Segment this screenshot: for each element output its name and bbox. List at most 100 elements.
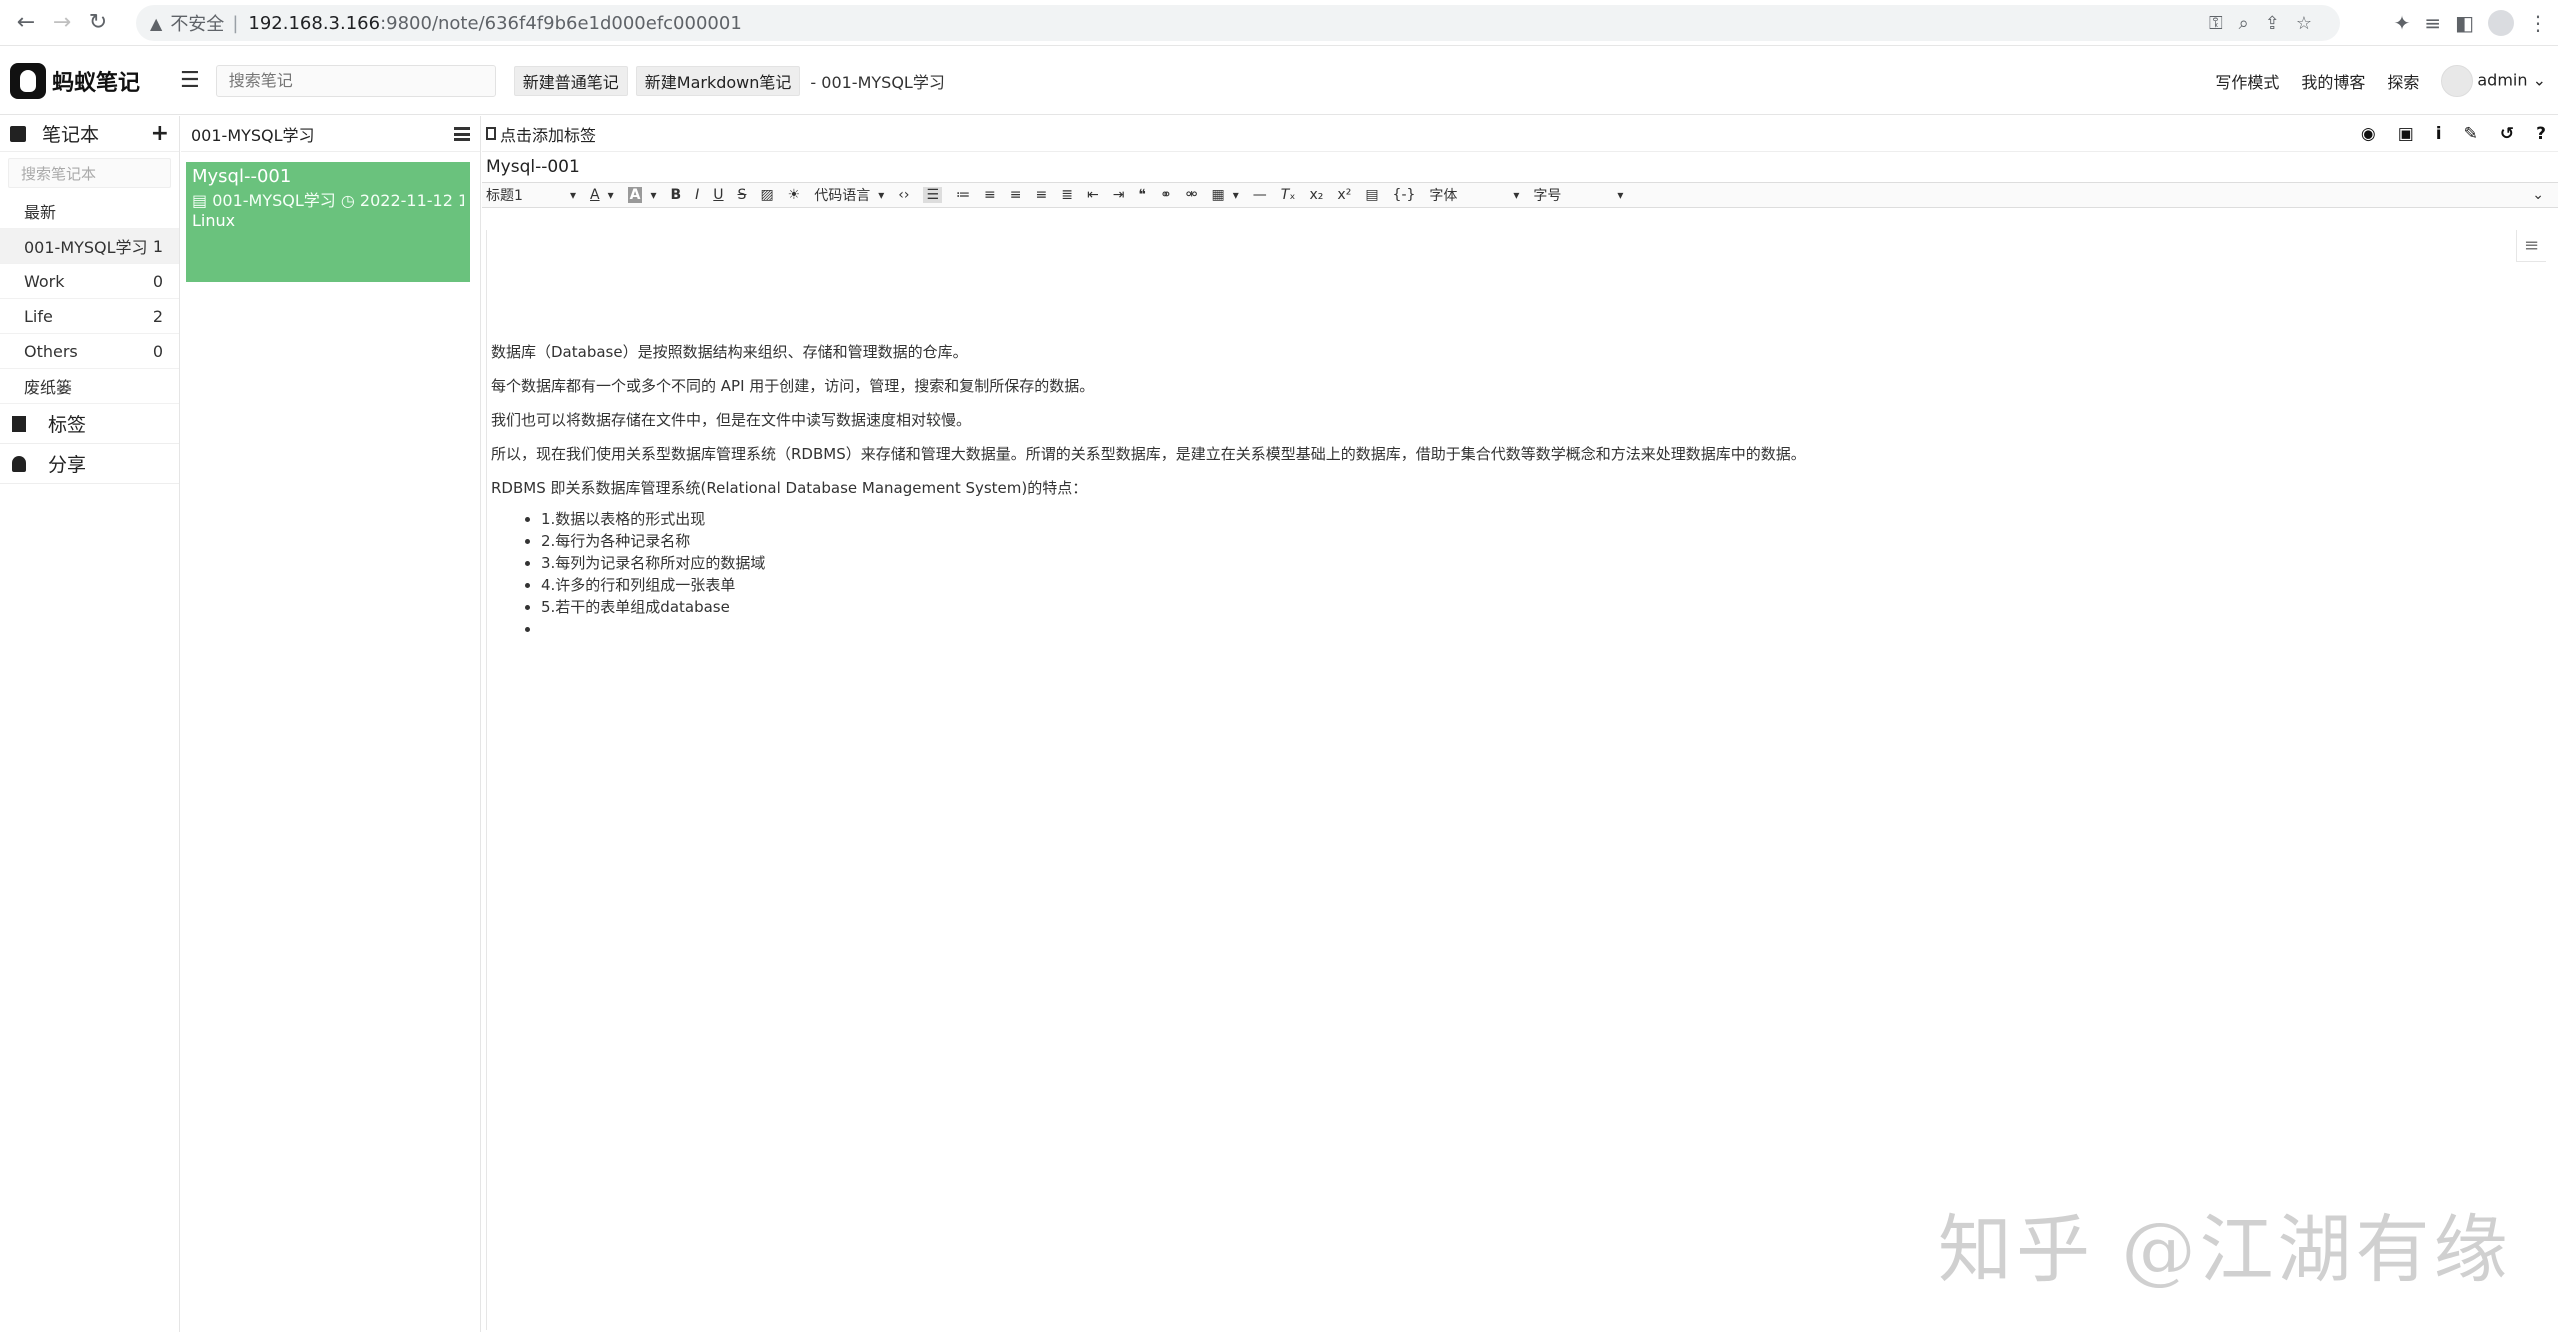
preview-eye-icon[interactable]: ◉	[2361, 124, 2376, 144]
back-icon[interactable]: ←	[8, 5, 44, 41]
bookmark-star-icon[interactable]: ☆	[2296, 13, 2312, 34]
username: admin	[2477, 70, 2528, 90]
align-right-icon[interactable]: ≡	[1036, 187, 1048, 203]
sidebar-item-label: 最新	[24, 203, 57, 222]
list-view-icon[interactable]	[454, 126, 470, 141]
new-normal-note-button[interactable]: 新建普通笔记	[513, 65, 628, 96]
sidebar-item-work[interactable]: Work 0	[0, 264, 179, 299]
font-family-value: 字体	[1429, 188, 1458, 204]
zoom-icon[interactable]: ⌕	[2239, 13, 2249, 34]
link-icon[interactable]: ⚭	[1160, 187, 1172, 203]
key-icon[interactable]: ⚿	[2209, 13, 2223, 34]
sidebar-item-trash[interactable]: 废纸篓	[0, 369, 179, 404]
note-content[interactable]: ≡ 数据库（Database）是按照数据结构来组织、存储和管理数据的仓库。 每个…	[486, 230, 2546, 1330]
paragraph: 我们也可以将数据存储在文件中，但是在文件中读写数据速度相对较慢。	[491, 411, 972, 429]
attachment-icon[interactable]: ✎	[2464, 124, 2478, 144]
numbered-list-icon[interactable]: ≔	[956, 187, 970, 203]
note-card[interactable]: Mysql--001 ▤ 001-MYSQL学习 ◷ 2022-11-12 15…	[186, 162, 470, 282]
forward-icon[interactable]: →	[44, 5, 80, 41]
sidebar-share[interactable]: 分享	[0, 444, 179, 484]
blockquote-icon[interactable]: ❝	[1138, 187, 1146, 203]
note-card-title: Mysql--001	[192, 166, 292, 187]
write-mode-link[interactable]: 写作模式	[2215, 69, 2279, 93]
header-links: 写作模式 我的博客 探索 admin ⌄	[2215, 47, 2546, 115]
chevron-down-icon: ⌄	[2532, 70, 2546, 90]
profile-avatar[interactable]	[2488, 10, 2514, 36]
sidebar-item-mysql[interactable]: 001-MYSQL学习 1	[0, 229, 179, 264]
reload-icon[interactable]: ↻	[80, 5, 116, 41]
user-menu[interactable]: admin ⌄	[2441, 65, 2546, 97]
share-icon[interactable]: ⇪	[2265, 13, 2280, 34]
chevron-down-icon[interactable]: ⌄	[2532, 187, 2544, 203]
paragraph: 所以，现在我们使用关系型数据库管理系统（RDBMS）来存储和管理大数据量。所谓的…	[491, 445, 1806, 463]
sidebar-item-life[interactable]: Life 2	[0, 299, 179, 334]
sidebar-item-label: Work	[24, 271, 65, 291]
bullet-list-icon[interactable]: ☰	[923, 187, 943, 203]
image-icon[interactable]: ▨	[760, 187, 773, 203]
sidebar-item-others[interactable]: Others 0	[0, 334, 179, 369]
subscript-icon[interactable]: x₂	[1310, 187, 1324, 203]
sidebar-item-label: Life	[24, 306, 53, 326]
save-icon[interactable]: ▣	[2398, 124, 2414, 144]
heading-select-value: 标题1	[486, 188, 523, 204]
history-icon[interactable]: ↺	[2500, 124, 2514, 144]
outdent-icon[interactable]: ⇤	[1087, 187, 1099, 203]
app-logo[interactable]: 蚂蚁笔记	[10, 62, 140, 99]
sidebar-item-count: 1	[152, 236, 163, 256]
side-panel-icon[interactable]: ◧	[2455, 11, 2474, 35]
list-item-empty[interactable]	[541, 618, 2546, 640]
feature-list: 1.数据以表格的形式出现 2.每行为各种记录名称 3.每列为记录名称所对应的数据…	[491, 508, 2546, 640]
url-path: :9800/note/636f4f9b6e1d000efc000001	[380, 12, 742, 34]
italic-icon[interactable]: I	[695, 187, 699, 203]
explore-link[interactable]: 探索	[2387, 69, 2419, 93]
underline-icon[interactable]: U	[713, 187, 723, 203]
align-justify-icon[interactable]: ≣	[1061, 187, 1073, 203]
share-label: 分享	[48, 454, 87, 476]
paste-icon[interactable]: ▤	[1365, 187, 1378, 203]
code-language-select[interactable]: 代码语言	[814, 185, 884, 205]
clear-format-icon[interactable]: Tₓ	[1281, 187, 1296, 203]
unlink-icon[interactable]: ⚮	[1186, 187, 1198, 203]
bold-icon[interactable]: B	[670, 187, 681, 203]
table-icon[interactable]: ▦	[1211, 187, 1238, 203]
my-blog-link[interactable]: 我的博客	[2301, 69, 2365, 93]
reading-list-icon[interactable]: ≡	[2424, 11, 2441, 35]
add-tag-placeholder[interactable]: 点击添加标签	[500, 122, 596, 146]
code-icon[interactable]: ‹›	[898, 187, 909, 203]
note-title-input[interactable]: Mysql--001	[482, 152, 2558, 182]
align-center-icon[interactable]: ≡	[1010, 187, 1022, 203]
toc-icon[interactable]: ≡	[2516, 230, 2546, 262]
sidebar-item-latest[interactable]: 最新	[0, 194, 179, 229]
extensions-icon[interactable]: ✦	[2394, 11, 2411, 35]
paragraph: RDBMS 即关系数据库管理系统(Relational Database Man…	[491, 479, 1088, 497]
leanote-logo-icon	[10, 62, 46, 99]
help-icon[interactable]: ?	[2536, 124, 2546, 144]
new-markdown-note-button[interactable]: 新建Markdown笔记	[635, 65, 801, 96]
background-color-icon[interactable]: A	[627, 187, 657, 203]
lightbulb-icon[interactable]: ☀	[788, 187, 801, 203]
font-color-icon[interactable]: A	[590, 187, 614, 203]
tag-bar[interactable]: 点击添加标签 ◉ ▣ i ✎ ↺ ?	[482, 116, 2558, 152]
info-icon[interactable]: i	[2436, 124, 2442, 144]
code-language-value: 代码语言	[814, 188, 871, 204]
format-toolbar: 标题1 A A B I U S ▨ ☀ 代码语言 ‹› ☰ ≔ ≡ ≡ ≡ ≣ …	[482, 182, 2558, 208]
indent-icon[interactable]: ⇥	[1113, 187, 1125, 203]
font-family-select[interactable]: 字体	[1429, 185, 1519, 205]
align-left-icon[interactable]: ≡	[984, 187, 996, 203]
search-notebook-input[interactable]: 搜索笔记本	[8, 158, 171, 188]
add-notebook-icon[interactable]: +	[151, 121, 169, 146]
list-item: 1.数据以表格的形式出现	[541, 508, 2546, 530]
menu-toggle-icon[interactable]: ☰	[180, 68, 200, 93]
notebook-title: 笔记本	[42, 124, 100, 146]
sidebar-tags[interactable]: 标签	[0, 404, 179, 444]
sidebar-item-label: 废纸篓	[24, 378, 73, 397]
superscript-icon[interactable]: x²	[1337, 187, 1351, 203]
more-menu-icon[interactable]: ⋮	[2528, 11, 2548, 35]
search-notes-input[interactable]	[215, 64, 496, 97]
template-icon[interactable]: {-}	[1393, 187, 1416, 203]
horizontal-rule-icon[interactable]: —	[1253, 187, 1267, 203]
heading-select[interactable]: 标题1	[486, 185, 576, 205]
font-size-select[interactable]: 字号	[1533, 185, 1623, 205]
strikethrough-icon[interactable]: S	[738, 187, 747, 203]
address-bar[interactable]: ▲ 不安全 | 192.168.3.166 :9800/note/636f4f9…	[136, 5, 2340, 41]
